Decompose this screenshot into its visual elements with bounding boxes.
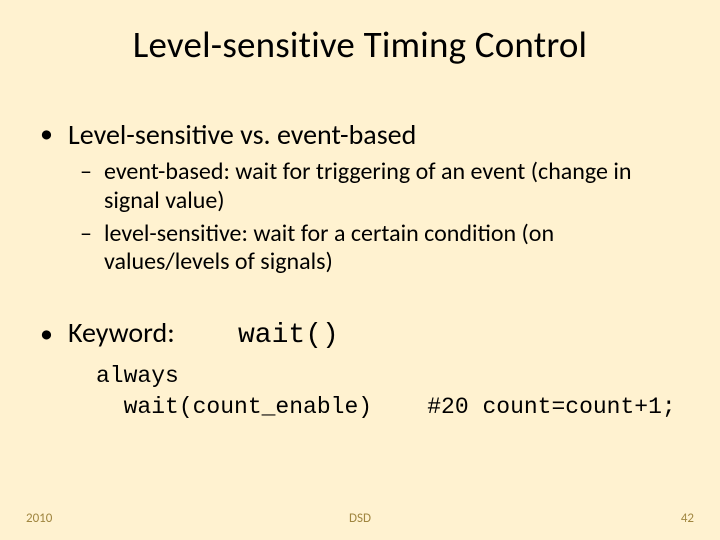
slide: Level-sensitive Timing Control • Level-s… — [0, 0, 720, 540]
code-line: always — [96, 363, 179, 389]
bullet-text: event-based: wait for triggering of an e… — [104, 158, 680, 216]
code-line: wait(count_enable) #20 count=count+1; — [96, 394, 676, 420]
bullet-dot-icon: • — [40, 317, 68, 349]
bullet-text: Level-sensitive vs. event-based — [68, 117, 680, 152]
content-area: • Level-sensitive vs. event-based – even… — [0, 77, 720, 423]
bullet-dot-icon: • — [40, 117, 68, 152]
bullet-dash-icon: – — [80, 158, 104, 216]
bullet-dash-icon: – — [80, 220, 104, 278]
bullet-level2: – event-based: wait for triggering of an… — [80, 158, 680, 216]
keyword-code: wait() — [238, 320, 339, 351]
footer-center: DSD — [0, 511, 720, 526]
slide-number: 42 — [681, 511, 694, 526]
bullet-level2: – level-sensitive: wait for a certain co… — [80, 220, 680, 278]
code-block: always wait(count_enable) #20 count=coun… — [96, 361, 680, 423]
bullet-level1: • Level-sensitive vs. event-based — [40, 117, 680, 152]
slide-title: Level-sensitive Timing Control — [0, 0, 720, 77]
bullet-text: level-sensitive: wait for a certain cond… — [104, 220, 680, 278]
keyword-label: Keyword: — [68, 315, 238, 350]
keyword-row: • Keyword: wait() — [40, 315, 680, 351]
